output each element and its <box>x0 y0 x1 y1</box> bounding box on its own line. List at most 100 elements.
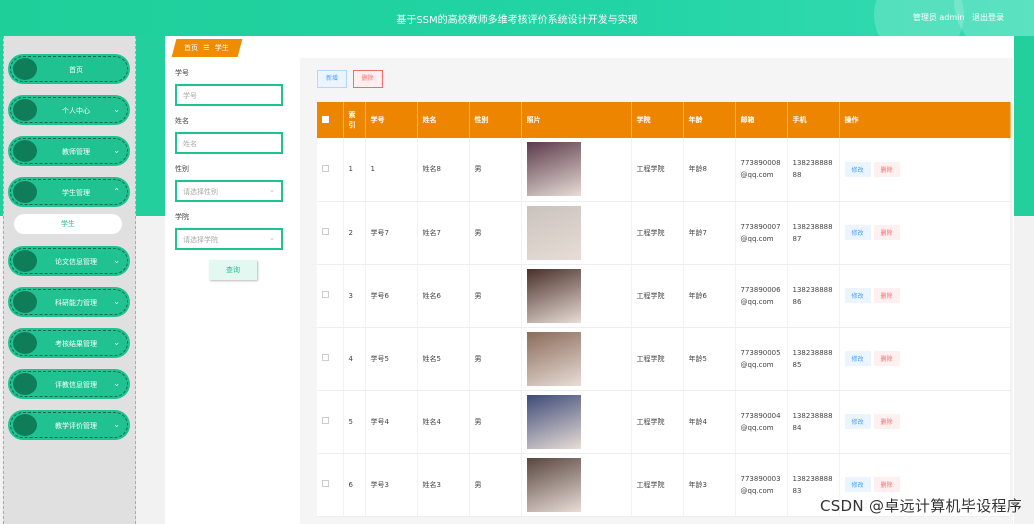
sidebar-item[interactable]: 论文信息管理 ⌄ <box>10 248 128 274</box>
email-part: 773890003 <box>740 474 781 483</box>
breadcrumb-home[interactable]: 首页 <box>184 44 198 52</box>
cell-gender: 男 <box>469 453 522 517</box>
cell-email: 773890003 @qq.com <box>735 453 788 517</box>
cell-photo <box>521 264 632 328</box>
name-input[interactable]: 姓名 <box>175 132 283 154</box>
student-no-label: 学号 <box>175 69 189 77</box>
name-label: 姓名 <box>175 117 189 125</box>
breadcrumb: 首页 ☰ 学生 <box>171 39 243 57</box>
cell-actions: 修改 删除 <box>839 264 1011 328</box>
edit-button[interactable]: 修改 <box>844 351 871 366</box>
cell-phone: 138238888 88 <box>787 138 840 202</box>
edit-button[interactable]: 修改 <box>844 288 871 303</box>
menu-knob-icon <box>13 181 37 203</box>
cell-phone: 138238888 87 <box>787 201 840 265</box>
cell-student-no: 学号5 <box>365 327 418 391</box>
chevron-icon: ⌄ <box>113 379 120 388</box>
table-header-row: 索引 学号 姓名 性别 照片 学院 年龄 邮箱 手机 操作 <box>317 102 1011 138</box>
cell-gender: 男 <box>469 201 522 265</box>
delete-button[interactable]: 删除 <box>873 477 900 492</box>
batch-delete-button[interactable]: 删除 <box>352 70 383 88</box>
sidebar-item-label: 评教信息管理 <box>55 381 97 389</box>
sidebar-item[interactable]: 评教信息管理 ⌄ <box>10 371 128 397</box>
edit-button[interactable]: 修改 <box>844 414 871 429</box>
student-photo <box>526 331 581 386</box>
sidebar-item[interactable]: 考核结果管理 ⌄ <box>10 330 128 356</box>
delete-button[interactable]: 删除 <box>873 161 900 177</box>
cell-photo <box>521 327 632 391</box>
cell-age: 年龄3 <box>683 453 736 517</box>
column-header: 邮箱 <box>735 102 788 138</box>
sidebar-item[interactable]: 科研能力管理 ⌄ <box>10 289 128 315</box>
email-part: @qq.com <box>740 297 774 306</box>
add-button[interactable]: 新增 <box>317 70 348 88</box>
gender-select-placeholder: 请选择性别 <box>183 188 218 196</box>
column-header: 学院 <box>631 102 684 138</box>
row-checkbox[interactable] <box>322 417 329 424</box>
table-row: 4 学号5 姓名5 男 工程学院 年龄5 773890005 @qq.com 138238888… <box>317 327 1011 391</box>
logout-link[interactable]: 退出登录 <box>972 13 1004 22</box>
phone-part: 88 <box>792 171 802 180</box>
column-header: 姓名 <box>417 102 470 138</box>
row-checkbox[interactable] <box>322 164 329 172</box>
sidebar-item-label: 考核结果管理 <box>55 340 97 348</box>
cell-college: 工程学院 <box>631 264 684 328</box>
phone-part: 86 <box>792 297 802 306</box>
cell-name: 姓名6 <box>417 264 470 328</box>
cell-photo <box>521 201 632 265</box>
email-part: @qq.com <box>740 360 774 369</box>
cell-college: 工程学院 <box>631 453 684 517</box>
cell-college: 工程学院 <box>631 138 684 202</box>
cell-name: 姓名3 <box>417 453 470 517</box>
chevron-icon: ⌄ <box>113 338 120 347</box>
student-photo <box>526 457 581 512</box>
phone-part: 138238888 <box>792 411 833 420</box>
delete-button[interactable]: 删除 <box>873 414 900 429</box>
table-row: 2 学号7 姓名7 男 工程学院 年龄7 773890007 @qq.com 138238888… <box>317 201 1011 265</box>
cell-actions: 修改 删除 <box>839 201 1011 265</box>
chevron-icon: ⌄ <box>113 297 120 306</box>
gender-select[interactable]: 请选择性别 ⌄ <box>175 180 283 202</box>
student-no-input[interactable]: 学号 <box>175 84 283 106</box>
phone-part: 138238888 <box>792 474 833 483</box>
sidebar-item[interactable]: 教师管理 ⌄ <box>10 138 128 164</box>
row-checkbox[interactable] <box>322 291 329 298</box>
email-part: @qq.com <box>740 171 774 180</box>
chevron-icon: ⌄ <box>113 420 120 429</box>
cell-email: 773890004 @qq.com <box>735 390 788 454</box>
cell-actions: 修改 删除 <box>839 327 1011 391</box>
delete-button[interactable]: 删除 <box>873 288 900 303</box>
edit-button[interactable]: 修改 <box>844 161 871 177</box>
column-header: 年龄 <box>683 102 736 138</box>
sidebar-item[interactable]: 教学评价管理 ⌄ <box>10 412 128 438</box>
sidebar-subitem-students[interactable]: 学生 <box>14 214 122 234</box>
cell-gender: 男 <box>469 264 522 328</box>
query-button[interactable]: 查询 <box>209 260 257 280</box>
edit-button[interactable]: 修改 <box>844 225 871 240</box>
email-part: @qq.com <box>740 234 774 243</box>
college-select[interactable]: 请选择学院 ⌄ <box>175 228 283 250</box>
delete-button[interactable]: 删除 <box>873 351 900 366</box>
row-checkbox[interactable] <box>322 354 329 361</box>
student-photo <box>526 205 581 260</box>
cell-name: 姓名8 <box>417 138 470 202</box>
row-checkbox[interactable] <box>322 228 329 235</box>
sidebar-item-label: 个人中心 <box>62 107 90 115</box>
edit-button[interactable]: 修改 <box>844 477 871 492</box>
search-panel: 学号 学号 姓名 姓名 性别 请选择性别 ⌄ 学院 请选择学院 ⌄ 查询 <box>175 68 290 280</box>
select-all-checkbox[interactable] <box>322 115 329 123</box>
phone-part: 85 <box>792 360 802 369</box>
sidebar-item[interactable]: 首页 <box>10 56 128 82</box>
cell-phone: 138238888 85 <box>787 327 840 391</box>
delete-button[interactable]: 删除 <box>873 225 900 240</box>
sidebar-item[interactable]: 个人中心 ⌄ <box>10 97 128 123</box>
email-part: 773890007 <box>740 222 781 231</box>
cell-name: 姓名4 <box>417 390 470 454</box>
content-panel: 首页 ☰ 学生 学号 学号 姓名 姓名 性别 请选择性别 ⌄ 学院 请选择学院 ⌄ … <box>165 36 1014 524</box>
sidebar-item[interactable]: 学生管理 ⌃ <box>10 179 128 205</box>
cell-name: 姓名7 <box>417 201 470 265</box>
student-photo <box>526 394 581 449</box>
row-checkbox[interactable] <box>322 480 329 487</box>
college-label: 学院 <box>175 213 189 221</box>
menu-knob-icon <box>13 99 37 121</box>
